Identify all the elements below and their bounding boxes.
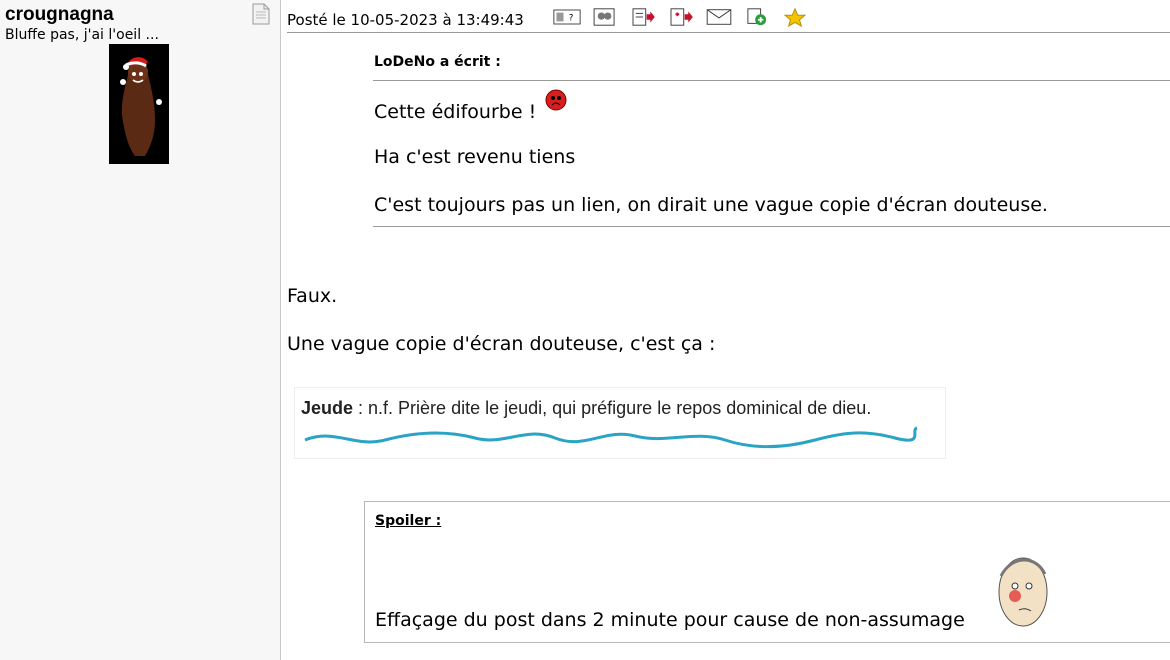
profile-card-icon[interactable]: ? xyxy=(553,7,581,27)
svg-text:?: ? xyxy=(569,14,574,24)
wave-underline xyxy=(304,426,918,449)
username[interactable]: crougnagna xyxy=(5,4,114,26)
alert-icon[interactable] xyxy=(743,7,771,27)
embedded-screenshot-image: Jeude : n.f. Prière dite le jeudi, qui p… xyxy=(294,387,946,459)
quote-divider-top xyxy=(373,80,1170,81)
spoiler-label[interactable]: Spoiler : xyxy=(375,513,441,529)
user-title: Bluffe pas, j'ai l'oeil ... xyxy=(5,27,159,43)
quote-line-text: Cette édifourbe ! xyxy=(374,101,537,123)
answer-icon[interactable] xyxy=(667,7,695,27)
spoiler-box[interactable]: Spoiler : Effaçage du post dans 2 minute… xyxy=(364,501,1170,643)
embarrassed-face-icon xyxy=(998,557,1048,627)
quote-line: Cette édifourbe ! xyxy=(374,89,567,123)
edit-icon[interactable] xyxy=(629,7,657,27)
spoiler-text: Effaçage du post dans 2 minute pour caus… xyxy=(375,609,965,631)
message-icon[interactable] xyxy=(705,7,733,27)
quote-author: LoDeNo a écrit : xyxy=(374,54,501,70)
quote-icon[interactable] xyxy=(591,7,619,27)
user-sidebar: crougnagna Bluffe pas, j'ai l'oeil ... xyxy=(0,0,281,660)
post-body-line: Faux. xyxy=(287,285,338,307)
angry-smiley-icon xyxy=(545,89,567,111)
post-body-line: Une vague copie d'écran douteuse, c'est … xyxy=(287,333,716,355)
quote-divider-bottom xyxy=(373,226,1170,227)
profile-icon[interactable] xyxy=(252,3,270,25)
post-toolbar: ? xyxy=(553,6,809,28)
quote-line: Ha c'est revenu tiens xyxy=(374,146,576,168)
post-header: Posté le 10-05-2023 à 13:49:43 ? xyxy=(287,6,1170,33)
avatar xyxy=(109,44,169,164)
post-date: Posté le 10-05-2023 à 13:49:43 xyxy=(287,11,524,29)
quote-line: C'est toujours pas un lien, on dirait un… xyxy=(374,194,1048,216)
favorite-star-icon[interactable] xyxy=(781,7,809,27)
